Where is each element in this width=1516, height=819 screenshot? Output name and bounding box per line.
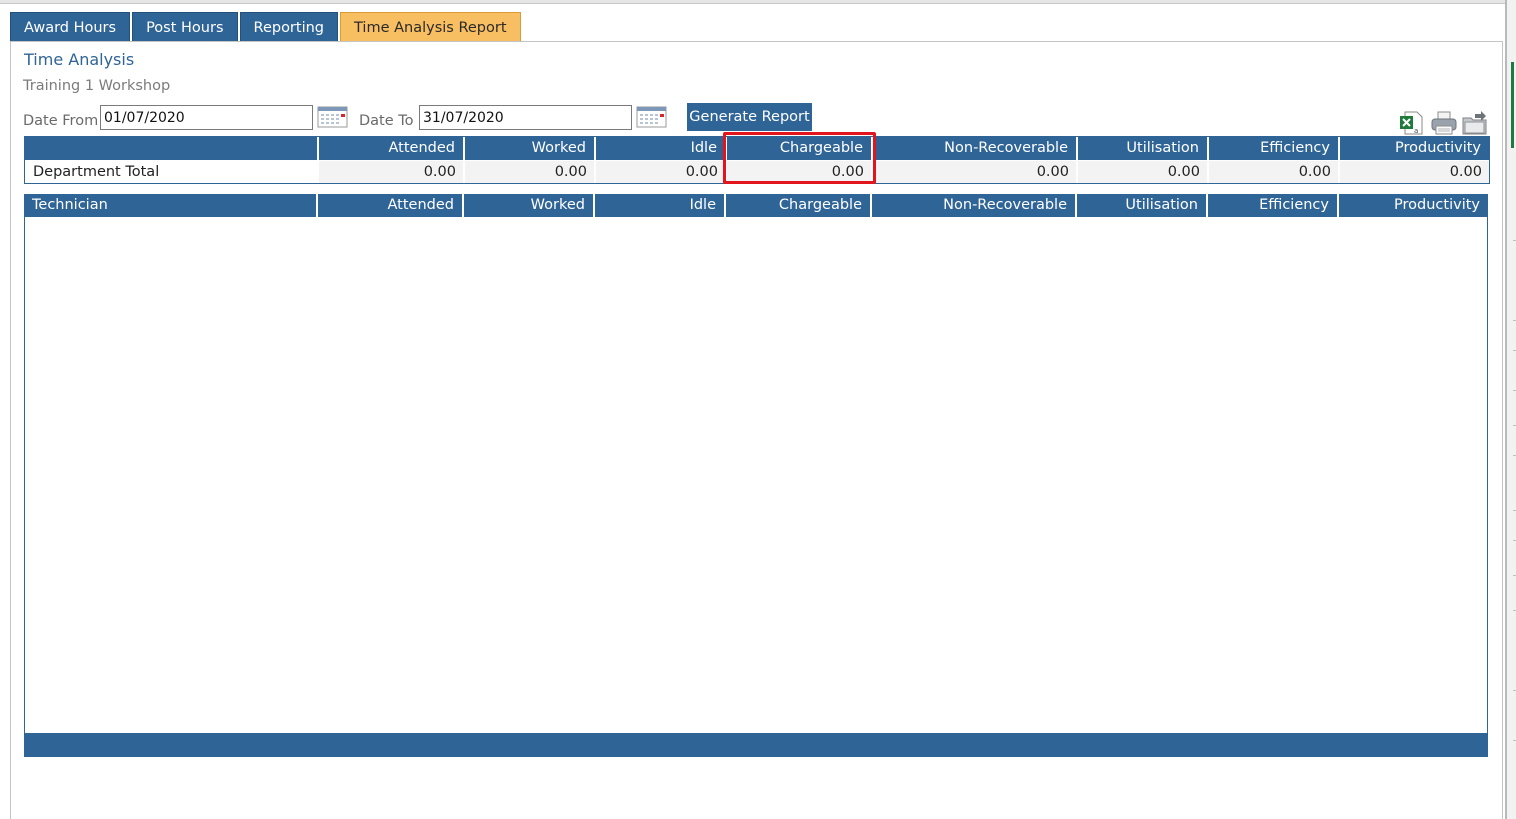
cell-chargeable: 0.00: [727, 161, 873, 183]
cell-productivity: 0.00: [1340, 161, 1489, 183]
col-header-non-recoverable[interactable]: Non-Recoverable: [873, 137, 1078, 160]
col-header-productivity[interactable]: Productivity: [1340, 137, 1489, 160]
tab-post-hours[interactable]: Post Hours: [132, 12, 238, 41]
row-label-department-total: Department Total: [25, 161, 319, 183]
cell-idle: 0.00: [596, 161, 727, 183]
date-from-input[interactable]: [100, 105, 313, 130]
cell-non-recoverable: 0.00: [873, 161, 1078, 183]
col-header-worked[interactable]: Worked: [465, 137, 596, 160]
table-row: Department Total 0.00 0.00 0.00 0.00 0.0…: [25, 160, 1489, 183]
tab-bar: Award Hours Post Hours Reporting Time An…: [10, 12, 523, 42]
tab-award-hours[interactable]: Award Hours: [10, 12, 131, 41]
col-header-non-recoverable[interactable]: Non-Recoverable: [872, 194, 1077, 217]
right-scroll-strip[interactable]: [1505, 0, 1516, 819]
tab-reporting[interactable]: Reporting: [239, 12, 339, 41]
page-subtitle: Training 1 Workshop: [23, 78, 171, 94]
date-to-calendar-icon[interactable]: [636, 106, 667, 128]
col-header-idle[interactable]: Idle: [595, 194, 726, 217]
col-header-worked[interactable]: Worked: [464, 194, 595, 217]
cell-efficiency: 0.00: [1209, 161, 1340, 183]
date-from-calendar-icon[interactable]: [317, 106, 348, 128]
col-header-productivity[interactable]: Productivity: [1339, 194, 1488, 217]
date-from-label: Date From: [23, 113, 99, 129]
col-header-idle[interactable]: Idle: [596, 137, 727, 160]
date-to-label: Date To: [359, 113, 414, 129]
cell-attended: 0.00: [319, 161, 465, 183]
export-folder-icon[interactable]: [1461, 110, 1487, 136]
col-header-utilisation[interactable]: Utilisation: [1077, 194, 1208, 217]
print-icon[interactable]: [1430, 110, 1457, 136]
col-header-technician[interactable]: Technician: [24, 194, 318, 217]
col-header-attended[interactable]: Attended: [319, 137, 465, 160]
svg-text:a: a: [1414, 127, 1418, 135]
technician-table-footer: [24, 734, 1488, 757]
col-header-efficiency[interactable]: Efficiency: [1208, 194, 1339, 217]
technician-table: Technician Attended Worked Idle Chargeab…: [24, 194, 1488, 217]
technician-table-body[interactable]: [24, 217, 1488, 734]
col-header-chargeable[interactable]: Chargeable: [726, 194, 872, 217]
col-header-attended[interactable]: Attended: [318, 194, 464, 217]
cell-utilisation: 0.00: [1078, 161, 1209, 183]
summary-header-row: Attended Worked Idle Chargeable Non-Reco…: [25, 137, 1489, 160]
tab-time-analysis-report[interactable]: Time Analysis Report: [340, 12, 521, 41]
window-top-edge: [0, 0, 1516, 4]
col-header-utilisation[interactable]: Utilisation: [1078, 137, 1209, 160]
col-header-efficiency[interactable]: Efficiency: [1209, 137, 1340, 160]
excel-export-icon[interactable]: a: [1399, 110, 1425, 136]
cell-worked: 0.00: [465, 161, 596, 183]
generate-report-button[interactable]: Generate Report: [687, 103, 812, 131]
col-header-chargeable[interactable]: Chargeable: [727, 137, 873, 160]
technician-header-row: Technician Attended Worked Idle Chargeab…: [24, 194, 1488, 217]
date-to-input[interactable]: [419, 105, 632, 130]
side-indicator: [1511, 62, 1514, 148]
summary-table: Attended Worked Idle Chargeable Non-Reco…: [24, 136, 1490, 184]
page-title: Time Analysis: [24, 50, 135, 69]
summary-header-blank: [25, 137, 319, 160]
